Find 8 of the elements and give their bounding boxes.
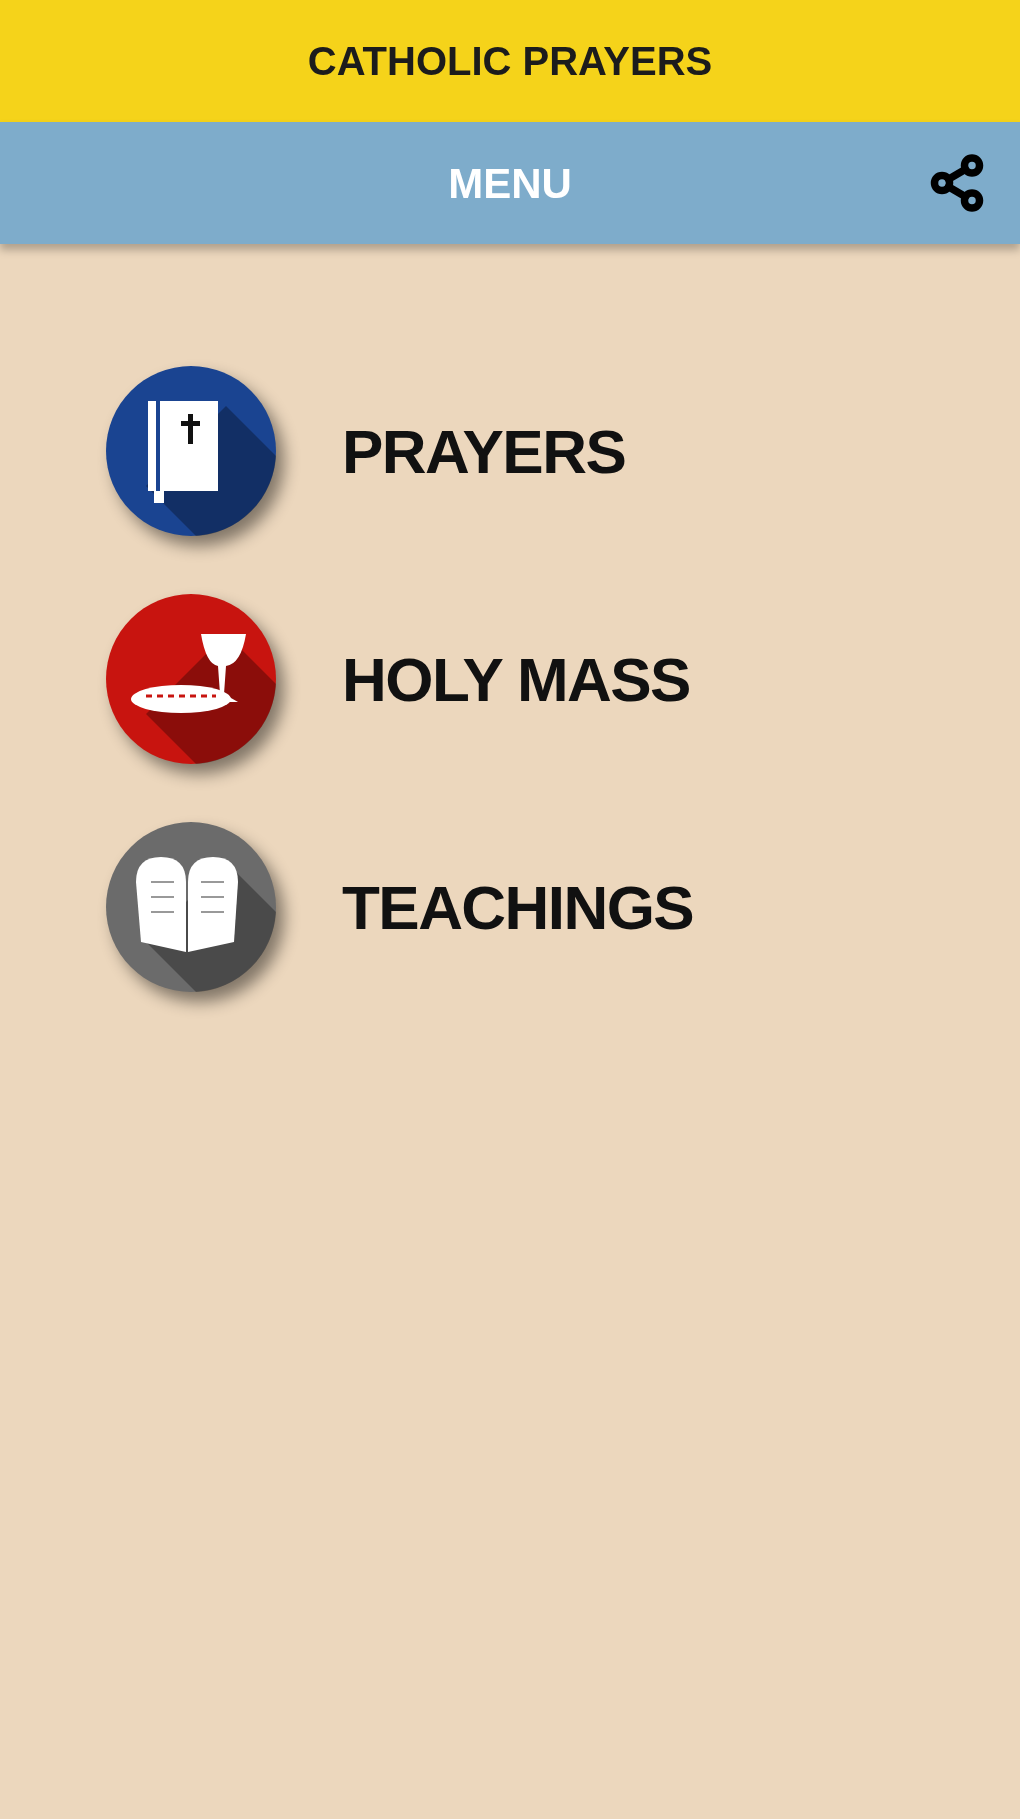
- menu-label: HOLY MASS: [342, 643, 690, 716]
- menu-label: TEACHINGS: [342, 871, 694, 944]
- menu-item[interactable]: TEACHINGS: [106, 822, 806, 992]
- menu-label: PRAYERS: [342, 415, 626, 488]
- toolbar-title: MENU: [448, 158, 572, 209]
- app-title: CATHOLIC PRAYERS: [307, 38, 713, 85]
- menu-item[interactable]: PRAYERS: [106, 366, 806, 536]
- menu-item[interactable]: HOLY MASS: [106, 594, 806, 764]
